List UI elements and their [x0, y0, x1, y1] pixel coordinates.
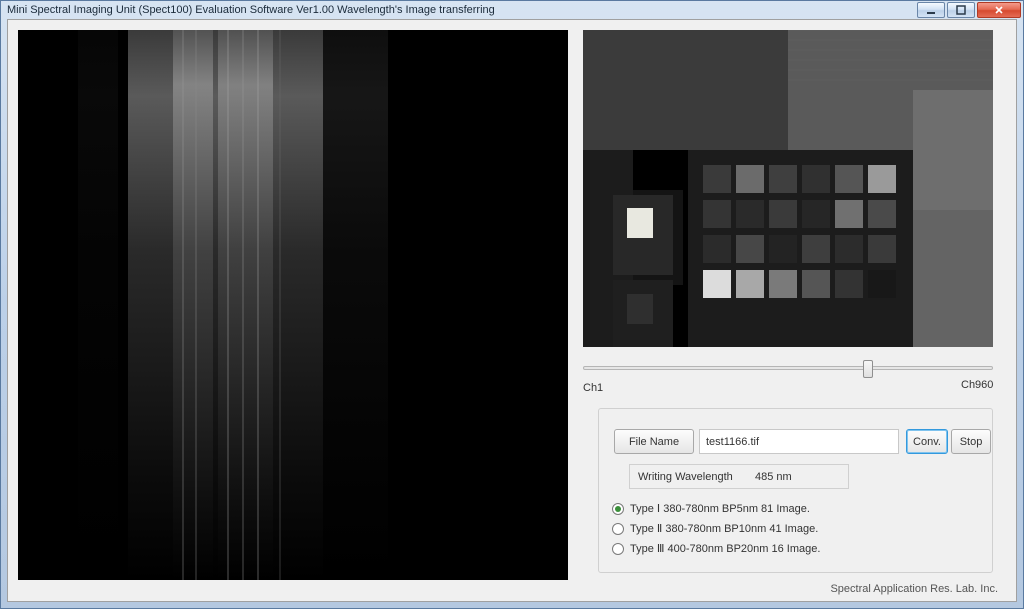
type-radio-group: Type Ⅰ 380-780nm BP5nm 81 Image. Type Ⅱ 3…	[612, 502, 820, 555]
minimize-icon	[926, 5, 936, 15]
channel-label-left: Ch1	[583, 382, 603, 394]
type-radio-label: Type Ⅱ 380-780nm BP10nm 41 Image.	[630, 522, 818, 535]
radio-icon	[612, 523, 624, 535]
type-radio-option[interactable]: Type Ⅱ 380-780nm BP10nm 41 Image.	[612, 522, 820, 535]
client-area: Ch1 Ch960 File Name test1166.tif Conv. S…	[7, 19, 1017, 602]
type-radio-label: Type Ⅰ 380-780nm BP5nm 81 Image.	[630, 502, 810, 515]
title-bar: Mini Spectral Imaging Unit (Spect100) Ev…	[1, 1, 1023, 19]
stop-button-label: Stop	[960, 436, 983, 448]
window-frame: Mini Spectral Imaging Unit (Spect100) Ev…	[0, 0, 1024, 609]
writing-wavelength-value-text: 485 nm	[755, 471, 792, 483]
channel-slider[interactable]	[583, 358, 993, 380]
file-name-text: test1166.tif	[706, 436, 759, 448]
writing-wavelength-label: Writing Wavelength	[629, 464, 749, 489]
file-name-button[interactable]: File Name	[614, 429, 694, 454]
window-buttons	[917, 2, 1021, 18]
camera-preview-panel	[583, 30, 993, 347]
stop-button[interactable]: Stop	[951, 429, 991, 454]
type-radio-option[interactable]: Type Ⅲ 400-780nm BP20nm 16 Image.	[612, 542, 820, 555]
window-title: Mini Spectral Imaging Unit (Spect100) Ev…	[7, 1, 917, 19]
slider-track	[583, 366, 993, 370]
writing-wavelength-value: 485 nm	[749, 464, 849, 489]
maximize-button[interactable]	[947, 2, 975, 18]
type-radio-label: Type Ⅲ 400-780nm BP20nm 16 Image.	[630, 542, 820, 555]
writing-wavelength-label-text: Writing Wavelength	[638, 471, 733, 483]
close-button[interactable]	[977, 2, 1021, 18]
slider-thumb[interactable]	[863, 360, 873, 378]
controls-group: File Name test1166.tif Conv. Stop Writin…	[598, 408, 993, 573]
radio-icon	[612, 543, 624, 555]
conv-button-label: Conv.	[913, 436, 941, 448]
file-name-value[interactable]: test1166.tif	[699, 429, 899, 454]
file-name-button-label: File Name	[629, 436, 679, 448]
close-icon	[994, 5, 1004, 15]
minimize-button[interactable]	[917, 2, 945, 18]
maximize-icon	[956, 5, 966, 15]
conv-button[interactable]: Conv.	[906, 429, 948, 454]
type-radio-option[interactable]: Type Ⅰ 380-780nm BP5nm 81 Image.	[612, 502, 820, 515]
radio-icon	[612, 503, 624, 515]
spectral-image-panel	[18, 30, 568, 580]
brand-label: Spectral Application Res. Lab. Inc.	[830, 583, 998, 595]
channel-label-right: Ch960	[961, 379, 993, 391]
